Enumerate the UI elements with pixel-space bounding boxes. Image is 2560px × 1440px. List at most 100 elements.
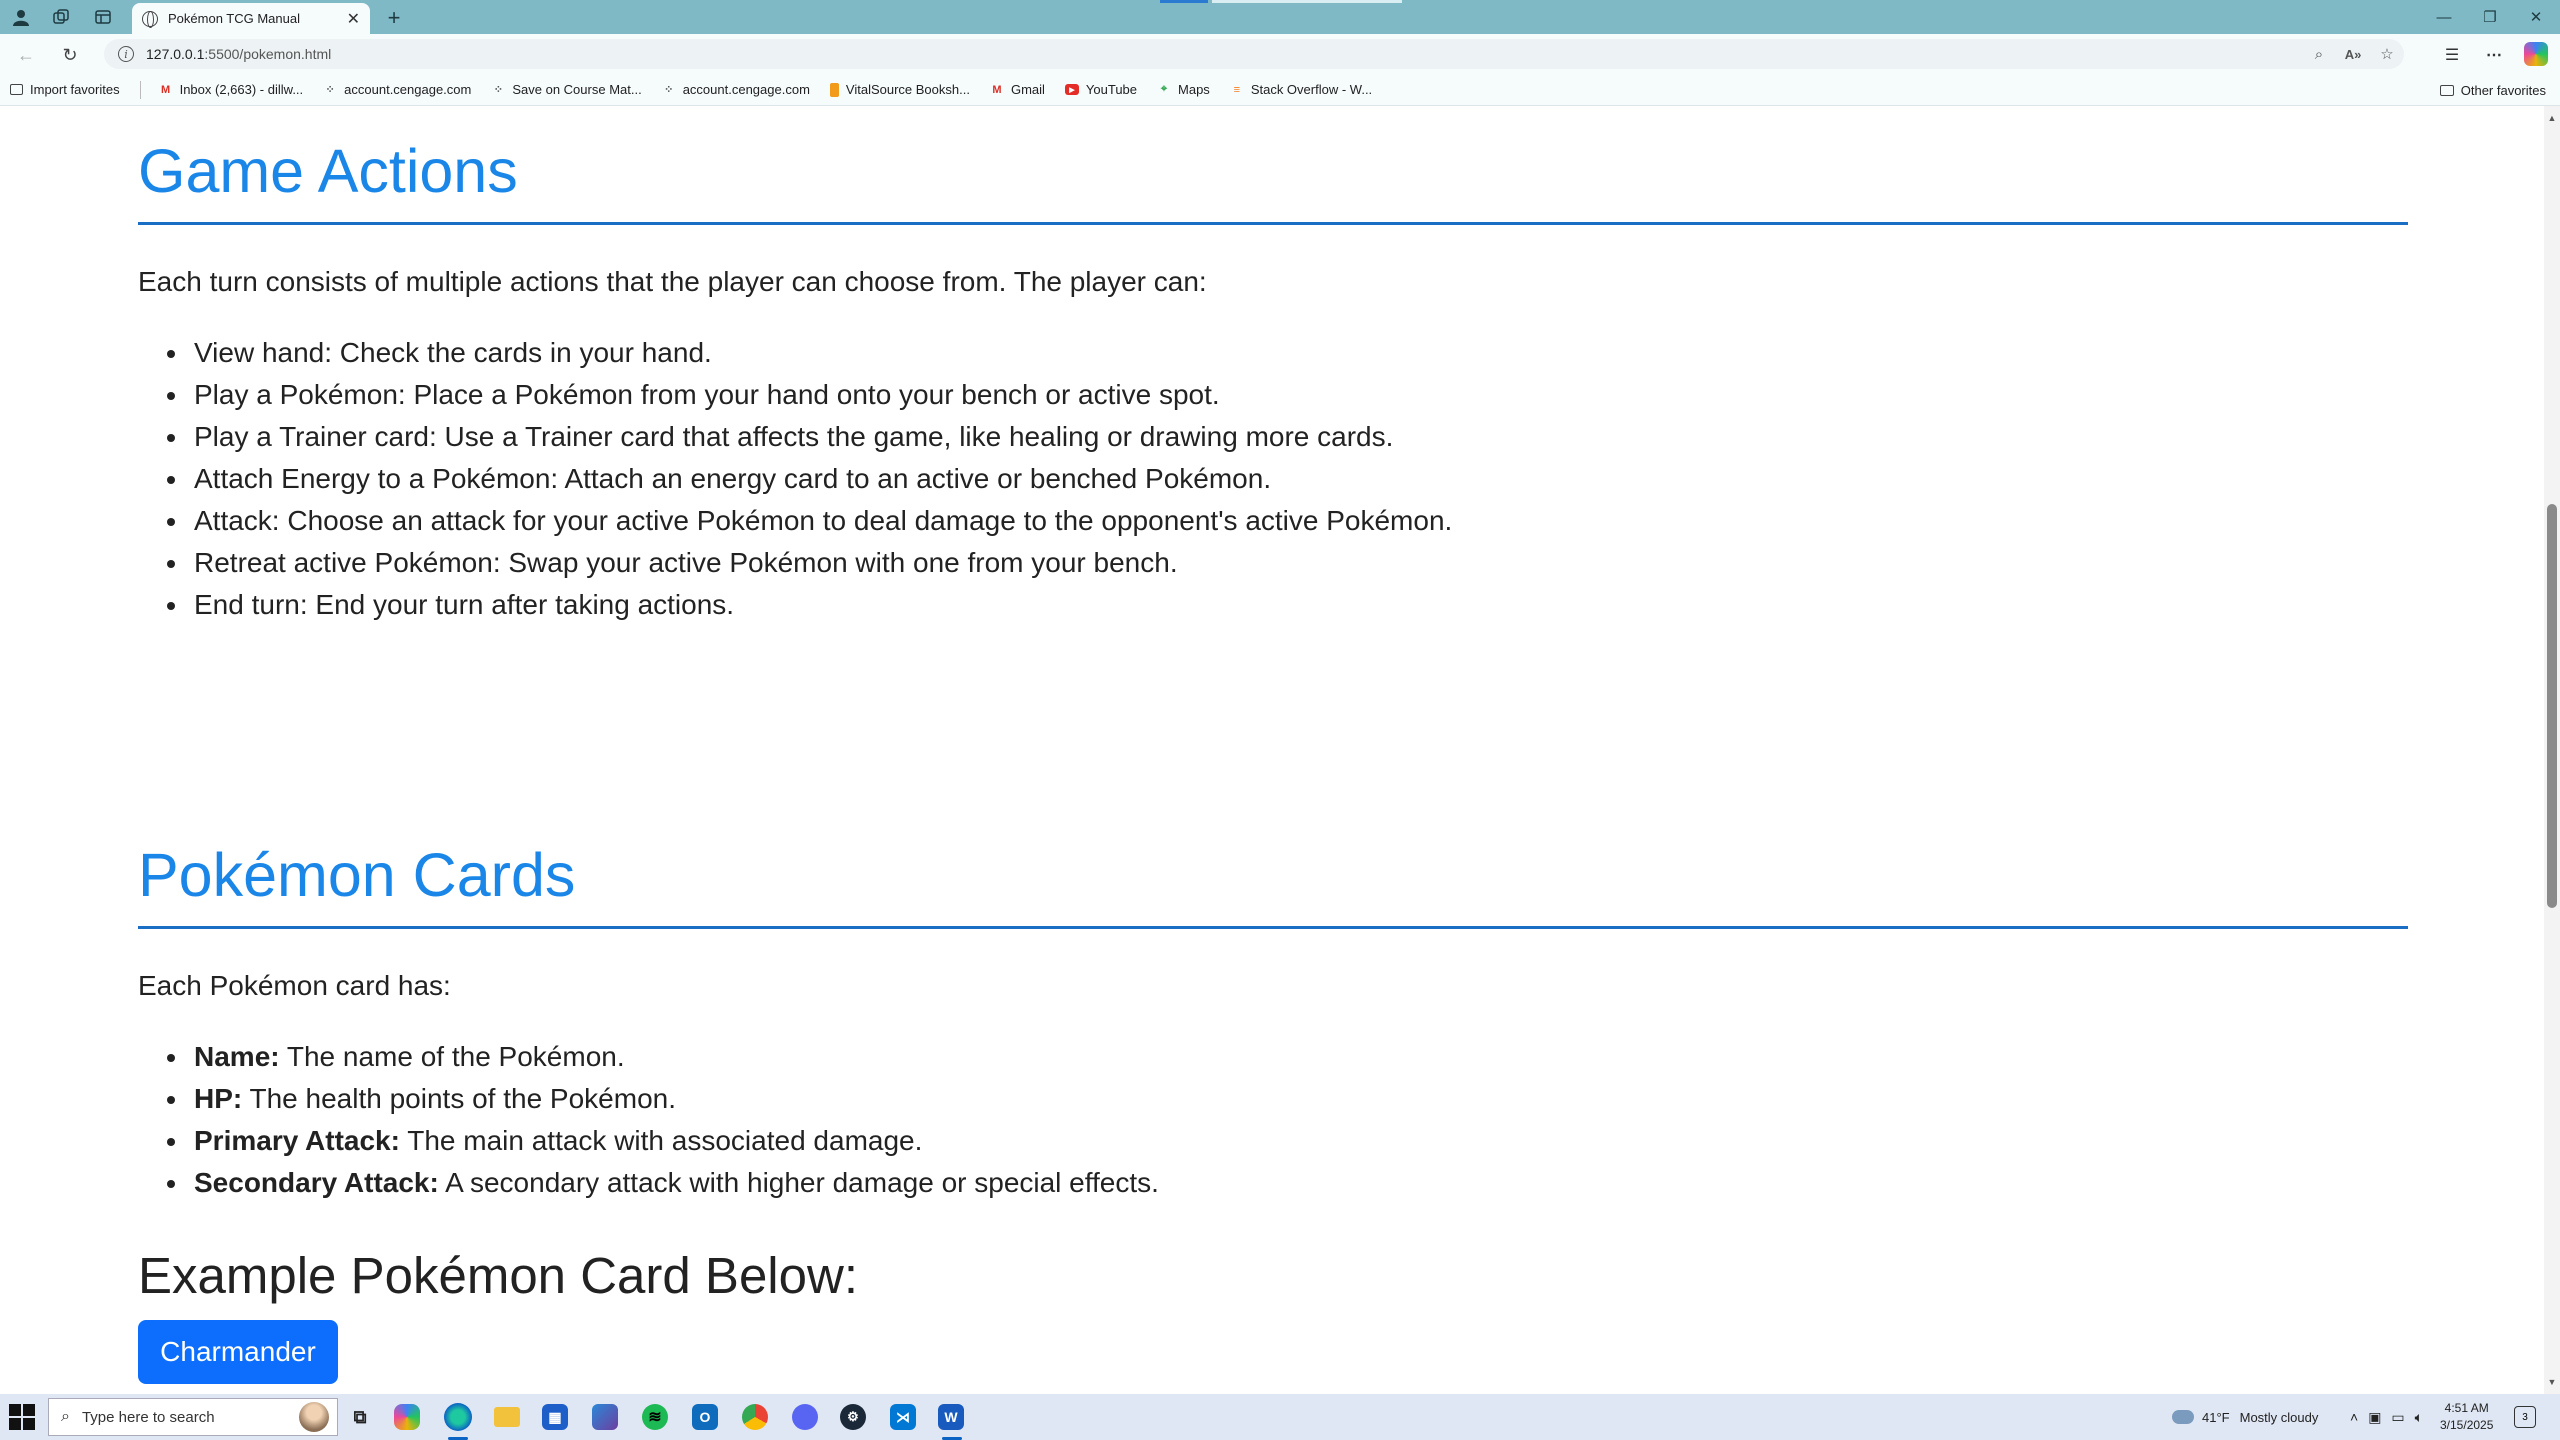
site-info-icon[interactable]: i — [118, 46, 134, 62]
list-item: View hand: Check the cards in your hand. — [166, 332, 1452, 374]
browser-tab-strip: Pokémon TCG Manual ✕ + — ❐ ✕ — [0, 0, 2560, 34]
scrollbar-thumb[interactable] — [2547, 504, 2557, 908]
favorite-save-course[interactable]: ⁘ Save on Course Mat... — [491, 82, 642, 97]
back-button[interactable]: ← — [12, 41, 40, 69]
page-icon: ⁘ — [493, 84, 503, 96]
zoom-icon[interactable]: ⌕ — [2304, 39, 2334, 69]
copilot-taskbar-icon[interactable] — [394, 1404, 420, 1430]
new-tab-button[interactable]: + — [380, 4, 408, 32]
restore-button[interactable]: ❐ — [2470, 4, 2510, 30]
charmander-card-button[interactable]: Charmander — [138, 1320, 338, 1384]
more-menu-icon[interactable]: ⋯ — [2480, 41, 2508, 69]
address-toolbar: ← ↻ i 127.0.0.1:5500/pokemon.html ⌕ A» ☆… — [0, 34, 2560, 74]
active-tab[interactable]: Pokémon TCG Manual ✕ — [132, 3, 370, 34]
maps-icon: ⌖ — [1160, 83, 1168, 95]
vscode-icon[interactable]: ⋊ — [890, 1404, 916, 1430]
favorites-divider — [139, 80, 141, 99]
favorites-bar: Import favorites M Inbox (2,663) - dillw… — [0, 74, 2560, 106]
other-favorites[interactable]: Other favorites — [2439, 74, 2546, 106]
meet-now-icon[interactable]: ▣ — [2368, 1409, 2381, 1426]
notification-icon[interactable]: 3 — [2514, 1406, 2536, 1428]
favorite-label: Stack Overflow - W... — [1250, 82, 1373, 97]
attribute-desc: The main attack with associated damage. — [399, 1125, 923, 1156]
favorite-youtube[interactable]: ▶ YouTube — [1064, 82, 1137, 97]
favorite-label: account.cengage.com — [682, 82, 810, 97]
volume-icon[interactable]: 🔈︎ — [2415, 1409, 2423, 1426]
favorite-star-icon[interactable]: ☆ — [2372, 39, 2402, 69]
pokemon-cards-intro: Each Pokémon card has: — [138, 970, 451, 1001]
workspaces-icon[interactable] — [48, 4, 74, 30]
favorite-inbox[interactable]: M Inbox (2,663) - dillw... — [159, 82, 303, 97]
page-icon: ⁘ — [325, 84, 335, 96]
weather-temp: 41°F — [2202, 1409, 2230, 1425]
chrome-icon[interactable] — [742, 1404, 768, 1430]
youtube-icon: ▶ — [1064, 84, 1079, 95]
search-highlight-icon — [299, 1402, 329, 1432]
word-icon[interactable]: W — [938, 1404, 964, 1430]
attribute-term: Name: — [194, 1041, 280, 1072]
globe-icon — [142, 10, 158, 28]
network-icon[interactable]: ▭ — [2391, 1409, 2404, 1426]
attribute-term: HP: — [194, 1083, 243, 1114]
page-scrollbar[interactable]: ▲ ▼ — [2544, 106, 2560, 1394]
page-load-indicator — [1160, 0, 1208, 3]
profile-icon[interactable] — [8, 4, 34, 30]
start-button[interactable] — [8, 1403, 36, 1431]
favorite-label: Import favorites — [30, 82, 120, 97]
favorite-stackoverflow[interactable]: ≡ Stack Overflow - W... — [1230, 82, 1373, 97]
task-view-icon[interactable]: ⧉ — [344, 1401, 376, 1433]
url-host: 127.0.0.1 — [146, 46, 205, 62]
taskbar-clock[interactable]: 4:51 AM 3/15/2025 — [2440, 1400, 2493, 1434]
taskbar-search[interactable]: ⌕ Type here to search — [48, 1398, 338, 1436]
list-item: End turn: End your turn after taking act… — [166, 584, 1452, 626]
photos-icon[interactable] — [592, 1404, 618, 1430]
outlook-icon[interactable]: O — [692, 1404, 718, 1430]
gmail-icon: M — [992, 83, 1002, 96]
favorite-import[interactable]: Import favorites — [10, 82, 120, 97]
file-explorer-icon[interactable] — [494, 1407, 520, 1427]
minimize-button[interactable]: — — [2424, 4, 2464, 30]
attribute-desc: A secondary attack with higher damage or… — [438, 1167, 1159, 1198]
favorite-cengage-2[interactable]: ⁘ account.cengage.com — [662, 82, 810, 97]
spotify-icon[interactable]: ≋ — [642, 1404, 668, 1430]
close-window-button[interactable]: ✕ — [2516, 4, 2556, 30]
favorites-icon[interactable]: ☰ — [2438, 41, 2466, 69]
steam-icon[interactable]: ⚙ — [840, 1404, 866, 1430]
list-item: Retreat active Pokémon: Swap your active… — [166, 542, 1452, 584]
system-tray: ˄ ▣ ▭ 🔈︎ — [2350, 1394, 2423, 1440]
weather-desc: Mostly cloudy — [2239, 1409, 2319, 1425]
search-icon: ⌕ — [61, 1408, 70, 1425]
close-tab-icon[interactable]: ✕ — [347, 9, 360, 29]
pokemon-cards-heading: Pokémon Cards — [138, 841, 576, 909]
favorite-cengage-1[interactable]: ⁘ account.cengage.com — [323, 82, 472, 97]
favorite-label: account.cengage.com — [344, 82, 472, 97]
clock-time: 4:51 AM — [2444, 1401, 2489, 1415]
copilot-icon[interactable] — [2524, 42, 2548, 66]
chevron-up-icon[interactable]: ˄ — [2350, 1409, 2358, 1425]
url-text[interactable]: 127.0.0.1:5500/pokemon.html — [146, 46, 331, 62]
weather-widget[interactable]: 41°F Mostly cloudy — [2172, 1394, 2318, 1440]
microsoft-store-icon[interactable]: ▦ — [542, 1404, 568, 1430]
heading-underline — [138, 926, 2408, 929]
scroll-up-icon[interactable]: ▲ — [2544, 110, 2560, 126]
game-actions-heading: Game Actions — [138, 137, 518, 205]
card-attributes-list: Name: The name of the Pokémon. HP: The h… — [167, 1036, 1159, 1204]
vertical-tabs-icon[interactable] — [90, 4, 116, 30]
page-load-indicator-track — [1212, 0, 1402, 3]
refresh-button[interactable]: ↻ — [56, 41, 84, 69]
favorite-maps[interactable]: ⌖ Maps — [1157, 82, 1210, 97]
read-aloud-icon[interactable]: A» — [2338, 39, 2368, 69]
page-viewport: Game Actions Each turn consists of multi… — [0, 106, 2544, 1394]
attribute-desc: The name of the Pokémon. — [279, 1041, 625, 1072]
folder-icon — [2439, 84, 2454, 96]
scroll-down-icon[interactable]: ▼ — [2544, 1374, 2560, 1390]
list-item: Attach Energy to a Pokémon: Attach an en… — [166, 458, 1452, 500]
edge-icon[interactable] — [444, 1403, 472, 1431]
list-item: Attack: Choose an attack for your active… — [166, 500, 1452, 542]
stackoverflow-icon: ≡ — [1233, 83, 1241, 96]
clock-date: 3/15/2025 — [2440, 1418, 2494, 1432]
favorite-vitalsource[interactable]: VitalSource Booksh... — [829, 82, 970, 97]
discord-icon[interactable] — [792, 1404, 818, 1430]
favorite-gmail[interactable]: M Gmail — [990, 82, 1045, 97]
address-bar[interactable]: i 127.0.0.1:5500/pokemon.html ⌕ A» ☆ — [104, 39, 2404, 69]
